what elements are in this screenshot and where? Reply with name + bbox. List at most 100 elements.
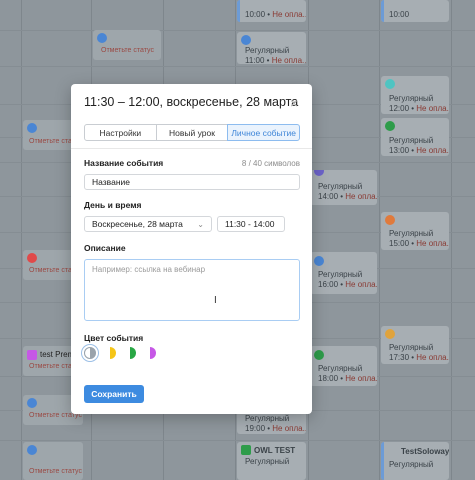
card-title: Регулярный xyxy=(389,94,434,103)
status-label: Отметьте ста xyxy=(29,138,72,145)
card-title: Регулярный xyxy=(389,229,434,238)
event-color-label: Цвет события xyxy=(84,333,144,343)
card-time: 18:00 • xyxy=(318,374,344,383)
event-dot-icon xyxy=(314,256,324,266)
grid-line xyxy=(451,0,452,480)
grid-line xyxy=(379,0,380,480)
status-label: Отметьте ста xyxy=(29,267,72,274)
card-title: Регулярный xyxy=(318,364,363,373)
dialog-tabs: Настройки Новый урок Личное событие xyxy=(84,124,301,141)
card-status: Не опла... xyxy=(272,424,306,433)
event-dot-icon xyxy=(385,79,395,89)
calendar-event-card[interactable]: Регулярный17:30 • Не опла... xyxy=(381,326,449,364)
status-label: Отметьте статус xyxy=(29,468,82,475)
card-title: Регулярный xyxy=(245,414,290,423)
calendar-event-card[interactable]: Отметьте ста xyxy=(23,250,78,280)
calendar-event-card[interactable]: Регулярный18:00 • Не опла... xyxy=(310,346,377,386)
card-status: Не опла... xyxy=(272,10,306,19)
event-name-label: Название события xyxy=(84,158,164,168)
description-textarea[interactable]: Например: ссылка на вебинар xyxy=(84,259,300,321)
card-title: Регулярный xyxy=(389,136,434,145)
card-status: Не опла... xyxy=(345,374,377,383)
card-title: TestSoloway xyxy=(401,447,449,456)
calendar-event-card[interactable]: OWL TEST Регулярный xyxy=(237,442,306,480)
color-swatch-yellow[interactable] xyxy=(104,347,116,359)
chevron-down-icon: ⌄ xyxy=(197,220,204,229)
card-time: 10:00 xyxy=(389,10,410,19)
event-dot-icon xyxy=(314,170,324,176)
user-avatar-icon xyxy=(27,350,37,360)
divider xyxy=(71,148,312,149)
calendar-event-card[interactable]: Регулярный12:00 • Не опла... xyxy=(381,76,449,114)
card-time: 10:00 • xyxy=(245,10,271,19)
dialog-title: 11:30 – 12:00, воскресенье, 28 марта xyxy=(84,95,299,109)
card-status: Не опла... xyxy=(345,192,377,201)
card-status: Не опла... xyxy=(416,239,449,248)
description-label: Описание xyxy=(84,243,126,253)
color-swatch-green[interactable] xyxy=(124,347,136,359)
calendar-event-card[interactable]: Регулярный 11:00 • Не опла... xyxy=(237,32,306,64)
calendar-event-card[interactable]: 10:00 • Не опла... xyxy=(237,0,306,22)
card-time: 14:00 • xyxy=(318,192,344,201)
event-dot-icon xyxy=(385,121,395,131)
personal-event-dialog: 11:30 – 12:00, воскресенье, 28 марта × Н… xyxy=(71,84,312,414)
event-dot-icon xyxy=(97,33,107,43)
event-dot-icon xyxy=(385,215,395,225)
calendar-event-card[interactable]: Отметьте статус xyxy=(93,30,161,60)
card-title: test Prem xyxy=(40,350,75,359)
tab-new-lesson[interactable]: Новый урок xyxy=(155,124,229,141)
card-subtitle: Регулярный xyxy=(389,460,434,469)
color-swatch-grey[interactable] xyxy=(84,347,96,359)
card-status: Не опла... xyxy=(416,353,449,362)
card-status: Не опла... xyxy=(345,280,377,289)
card-title: OWL TEST xyxy=(254,446,296,455)
card-time: 15:00 • xyxy=(389,239,415,248)
calendar-event-card[interactable]: 10:00 xyxy=(381,0,449,22)
card-status: Не опла... xyxy=(416,146,449,155)
card-title: Регулярный xyxy=(245,46,290,55)
date-value: Воскресенье, 28 марта xyxy=(92,219,183,229)
event-name-input[interactable]: Название xyxy=(84,174,300,190)
calendar-event-card[interactable]: Регулярный16:00 • Не опла... xyxy=(310,252,377,294)
event-dot-icon xyxy=(27,253,37,263)
calendar-event-card[interactable]: Отметьте ста xyxy=(23,120,78,150)
card-time: 11:00 • xyxy=(245,56,270,64)
calendar-event-card[interactable]: Регулярный14:00 • Не опла... xyxy=(310,170,377,205)
calendar-event-card[interactable]: Отметьте статус xyxy=(23,442,83,480)
card-status: Не опла... xyxy=(416,104,449,113)
event-dot-icon xyxy=(241,35,251,45)
card-time: 13:00 • xyxy=(389,146,415,155)
status-label: Отметьте ста xyxy=(29,363,72,370)
color-swatches xyxy=(84,346,156,360)
tab-settings[interactable]: Настройки xyxy=(84,124,157,141)
owl-test-icon xyxy=(241,445,251,455)
calendar-event-card[interactable]: TestSoloway Регулярный xyxy=(381,442,449,480)
calendar-event-card[interactable]: test Prem Отметьте ста xyxy=(23,346,78,376)
event-name-value: Название xyxy=(92,177,130,187)
description-placeholder: Например: ссылка на вебинар xyxy=(92,265,206,274)
event-dot-icon xyxy=(27,398,37,408)
card-time: 16:00 • xyxy=(318,280,344,289)
card-title: Регулярный xyxy=(318,182,363,191)
card-title: Регулярный xyxy=(318,270,363,279)
event-dot-icon xyxy=(385,329,395,339)
calendar-event-card[interactable]: Регулярный13:00 • Не опла... xyxy=(381,118,449,156)
card-time: 12:00 • xyxy=(389,104,415,113)
status-label: Отметьте статус xyxy=(101,47,154,54)
datetime-label: День и время xyxy=(84,200,142,210)
close-icon[interactable]: × xyxy=(290,95,298,111)
tab-personal-event[interactable]: Личное событие xyxy=(227,124,301,141)
card-status: Не опла... xyxy=(271,56,306,64)
time-range-value: 11:30 - 14:00 xyxy=(225,219,275,229)
date-select[interactable]: Воскресенье, 28 марта ⌄ xyxy=(84,216,212,232)
card-time: 17:30 • xyxy=(389,353,415,362)
grid-line xyxy=(21,0,22,480)
calendar-event-card[interactable]: Регулярный 19:00 • Не опла... xyxy=(237,412,306,434)
event-dot-icon xyxy=(314,350,324,360)
text-cursor-icon: I xyxy=(214,295,217,306)
save-button[interactable]: Сохранить xyxy=(84,385,144,403)
calendar-event-card[interactable]: Регулярный15:00 • Не опла... xyxy=(381,212,449,250)
event-dot-icon xyxy=(27,123,37,133)
color-swatch-purple[interactable] xyxy=(144,347,156,359)
time-range-input[interactable]: 11:30 - 14:00 xyxy=(217,216,285,232)
